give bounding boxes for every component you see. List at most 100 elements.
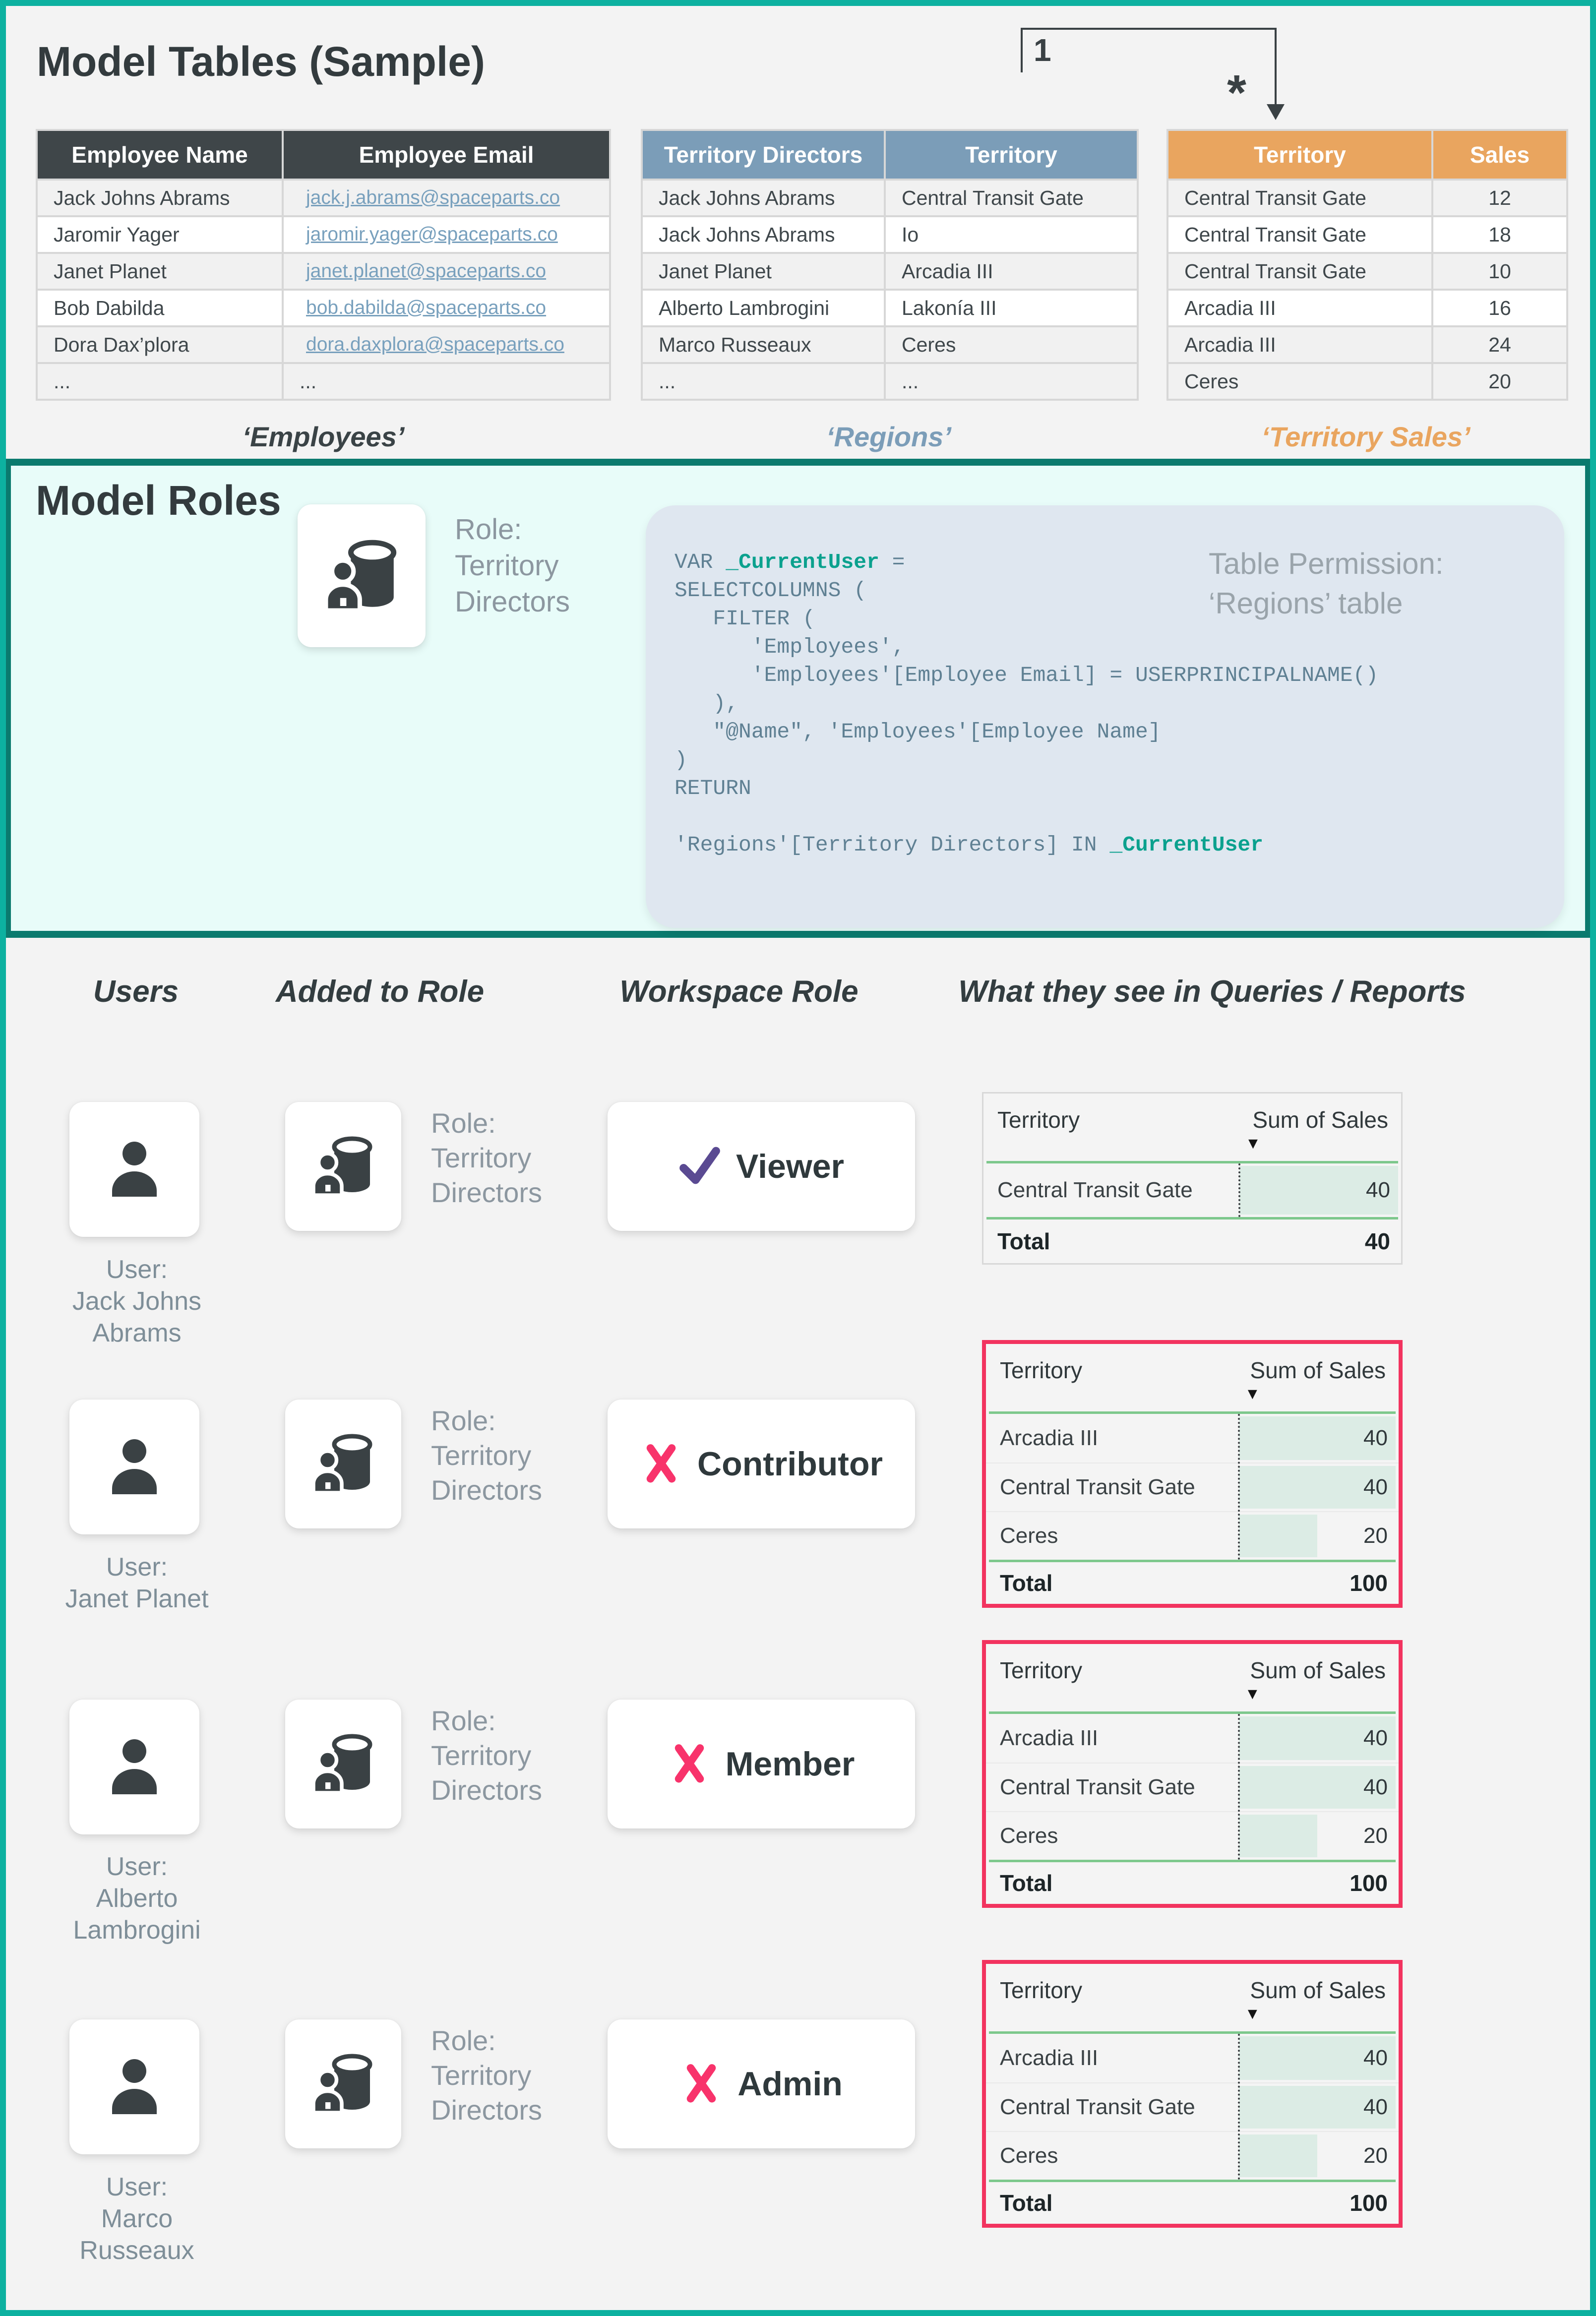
role-name-label: Role:TerritoryDirectors xyxy=(455,511,570,620)
relationship-one-label: 1 xyxy=(1034,32,1051,68)
employee-email-link[interactable]: jaromir.yager@spaceparts.co xyxy=(306,224,558,245)
sales-value: 40 xyxy=(1366,1178,1390,1203)
table-cell: Arcadia III xyxy=(886,254,1137,289)
sales-value-cell: 40 xyxy=(1238,2036,1395,2080)
table-cell: Central Transit Gate xyxy=(1168,181,1431,215)
report-table: TerritorySum of Sales▼Central Transit Ga… xyxy=(982,1092,1403,1265)
total-label: Total xyxy=(1000,1570,1052,1596)
role-name-line: Role: xyxy=(455,511,570,548)
sales-value: 20 xyxy=(1363,2143,1388,2168)
report-data-row: Central Transit Gate40 xyxy=(983,1163,1401,1217)
role-icon xyxy=(306,1426,380,1503)
report-col-territory: Territory xyxy=(997,1106,1080,1133)
user-card xyxy=(69,1700,199,1834)
user-icon xyxy=(97,1429,172,1506)
x-icon xyxy=(640,1442,682,1487)
table-row: Ceres20 xyxy=(1168,364,1566,399)
report-table: TerritorySum of Sales▼Arcadia III40Centr… xyxy=(982,1340,1403,1608)
table-cell: 18 xyxy=(1433,217,1566,252)
model-table-employees: Employee NameEmployee EmailJack Johns Ab… xyxy=(36,129,611,401)
table-row: Central Transit Gate18 xyxy=(1168,217,1566,252)
role-icon xyxy=(306,2046,380,2123)
table-cell: Marco Russeaux xyxy=(643,327,884,362)
dax-code-line: 'Employees', xyxy=(675,633,1378,661)
total-label: Total xyxy=(1000,2190,1052,2216)
sales-value-cell: 40 xyxy=(1238,1466,1395,1509)
employee-email-link[interactable]: jack.j.abrams@spaceparts.co xyxy=(306,187,560,209)
x-icon xyxy=(668,1742,711,1787)
sales-value: 40 xyxy=(1363,1426,1388,1451)
user-name-line: Abrams xyxy=(8,1317,266,1349)
role-name-line: Territory xyxy=(431,1438,542,1473)
table-cell: Io xyxy=(886,217,1137,252)
data-bar xyxy=(1239,1815,1317,1857)
user-name-label: User:AlbertoLambrogini xyxy=(8,1851,266,1946)
sales-value: 40 xyxy=(1363,1775,1388,1800)
sales-value: 20 xyxy=(1363,1824,1388,1848)
report-col-sum-of-sales: Sum of Sales xyxy=(1250,1977,1386,2004)
employee-email-link[interactable]: bob.dabilda@spaceparts.co xyxy=(306,297,546,319)
table-header-row: Employee NameEmployee Email xyxy=(38,131,609,179)
territory-cell: Ceres xyxy=(1000,1524,1058,1548)
dax-code-line: 'Regions'[Territory Directors] IN _Curre… xyxy=(675,831,1378,859)
column-separator xyxy=(1238,1163,1240,1217)
dax-token: 'Employees', xyxy=(675,635,905,659)
workspace-role-label: Viewer xyxy=(736,1147,844,1186)
table-row: Jack Johns Abramsjack.j.abrams@spacepart… xyxy=(38,181,609,215)
report-total-row: Total100 xyxy=(986,1562,1399,1604)
table-cell: 10 xyxy=(1433,254,1566,289)
workspace-role-card-contributor: Contributor xyxy=(608,1400,915,1528)
report-total-row: Total40 xyxy=(983,1219,1401,1263)
column-header: Territory xyxy=(1168,131,1431,179)
table-cell: Bob Dabilda xyxy=(38,291,282,325)
table-cell: Janet Planet xyxy=(38,254,282,289)
table-cell: ... xyxy=(38,364,282,399)
total-value: 100 xyxy=(1350,2190,1388,2216)
role-name-line: Role: xyxy=(431,1106,542,1141)
territory-cell: Central Transit Gate xyxy=(1000,1775,1195,1800)
table-row: Marco RusseauxCeres xyxy=(643,327,1137,362)
table-header-row: Territory DirectorsTerritory xyxy=(643,131,1137,179)
user-name-line: Russeaux xyxy=(8,2235,266,2266)
total-value: 40 xyxy=(1365,1228,1390,1255)
report-header-row: TerritorySum of Sales▼ xyxy=(986,1964,1399,2031)
data-bar xyxy=(1239,2134,1317,2177)
territory-cell: Central Transit Gate xyxy=(1000,2095,1195,2120)
total-value: 100 xyxy=(1350,1870,1388,1896)
relationship-line-horizontal xyxy=(1021,28,1277,30)
table-row: Arcadia III24 xyxy=(1168,327,1566,362)
dax-token: FILTER ( xyxy=(675,607,815,631)
sort-arrow-icon[interactable]: ▼ xyxy=(1245,1134,1261,1153)
sales-value-cell: 40 xyxy=(1238,2086,1395,2129)
table-row: Jack Johns AbramsIo xyxy=(643,217,1137,252)
report-data-row: Ceres20 xyxy=(986,1811,1399,1860)
table-cell: Ceres xyxy=(1168,364,1431,399)
user-name-line: User: xyxy=(8,1254,266,1285)
sort-arrow-icon[interactable]: ▼ xyxy=(1245,1385,1261,1403)
report-data-row: Central Transit Gate40 xyxy=(986,1463,1399,1511)
column-header: Territory xyxy=(886,131,1137,179)
table-cell: 20 xyxy=(1433,364,1566,399)
employee-email-link[interactable]: dora.daxplora@spaceparts.co xyxy=(306,334,564,356)
user-card xyxy=(69,1400,199,1534)
report-body: Arcadia III40Central Transit Gate40Ceres… xyxy=(986,2034,1399,2180)
table-cell: Arcadia III xyxy=(1168,327,1431,362)
dax-code-line xyxy=(675,802,1378,831)
dax-variable-token: _CurrentUser xyxy=(1109,833,1263,857)
employee-email-link[interactable]: janet.planet@spaceparts.co xyxy=(306,260,546,282)
table-cell: jack.j.abrams@spaceparts.co xyxy=(284,181,609,215)
table-cell: Janet Planet xyxy=(643,254,884,289)
table-cell: 12 xyxy=(1433,181,1566,215)
user-card xyxy=(69,2019,199,2154)
role-icon xyxy=(306,1128,380,1205)
sort-arrow-icon[interactable]: ▼ xyxy=(1245,1685,1261,1703)
data-bar xyxy=(1239,1515,1317,1557)
column-header: Employee Email xyxy=(284,131,609,179)
sort-arrow-icon[interactable]: ▼ xyxy=(1245,2005,1261,2023)
user-icon xyxy=(97,2049,172,2126)
table-row: ...... xyxy=(38,364,609,399)
table-cell: 24 xyxy=(1433,327,1566,362)
role-name-label: Role:TerritoryDirectors xyxy=(431,2023,542,2128)
table-cell: jaromir.yager@spaceparts.co xyxy=(284,217,609,252)
column-separator xyxy=(1238,1714,1240,1860)
